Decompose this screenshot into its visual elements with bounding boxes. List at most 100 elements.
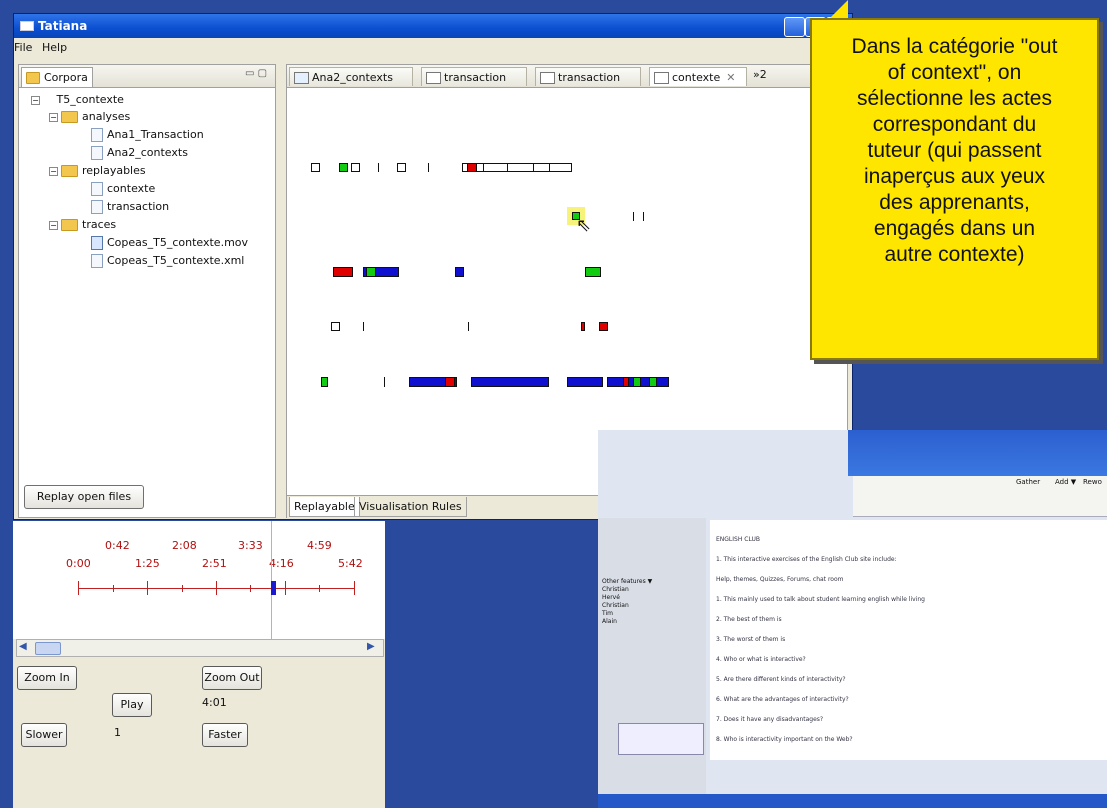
- action-mark[interactable]: [633, 377, 641, 387]
- slower-button[interactable]: Slower: [21, 723, 67, 747]
- action-mark[interactable]: [397, 163, 406, 172]
- playhead-marker[interactable]: [271, 581, 276, 595]
- folder-open-icon: [61, 219, 78, 231]
- action-mark[interactable]: [468, 322, 469, 331]
- tab-ana2-contexts[interactable]: Ana2_contexts: [289, 67, 413, 86]
- player-window: 0:42 2:08 3:33 4:59 0:00 1:25 2:51 4:16 …: [13, 521, 385, 808]
- embedded-sidebar-list: Other features ▼ Christian Hervé Christi…: [602, 578, 653, 625]
- embedded-button[interactable]: Rewo: [1083, 478, 1102, 486]
- action-mark[interactable]: [366, 267, 376, 277]
- folder-open-icon: [61, 165, 78, 177]
- tree-item[interactable]: Ana2_contexts: [91, 146, 188, 164]
- overflow-tabs[interactable]: »2: [753, 68, 767, 81]
- action-mark[interactable]: [378, 163, 379, 172]
- action-mark[interactable]: [599, 322, 608, 331]
- action-mark[interactable]: [633, 212, 634, 221]
- replay-open-files-button[interactable]: Replay open files: [24, 485, 144, 509]
- scroll-thumb[interactable]: [35, 642, 61, 655]
- action-mark[interactable]: [311, 163, 320, 172]
- playhead-line: [271, 521, 272, 639]
- corpora-panel: Corpora ▭ ▢ − T5_contexte − analyses Ana1…: [18, 64, 276, 518]
- tree-folder-analyses[interactable]: − analyses: [49, 110, 130, 128]
- tree-root[interactable]: − T5_contexte: [31, 93, 124, 111]
- timeline-tick: [182, 585, 183, 592]
- embedded-button[interactable]: Gather: [1016, 478, 1040, 486]
- collapse-icon[interactable]: −: [31, 95, 40, 105]
- action-mark[interactable]: [581, 322, 585, 331]
- tab-replayable[interactable]: Replayable: [289, 497, 360, 517]
- action-mark[interactable]: [507, 163, 508, 172]
- tab-transaction-2[interactable]: transaction: [535, 67, 641, 86]
- menu-bar: File Help: [14, 38, 852, 56]
- cursor-icon: ⇖: [576, 215, 592, 236]
- zoom-out-button[interactable]: Zoom Out: [202, 666, 262, 690]
- tree-item[interactable]: transaction: [91, 200, 169, 218]
- action-mark[interactable]: [467, 163, 477, 172]
- grid-icon: [294, 72, 309, 84]
- folder-open-icon: [61, 111, 78, 123]
- timeline[interactable]: 0:42 2:08 3:33 4:59 0:00 1:25 2:51 4:16 …: [13, 521, 385, 639]
- callout-line: Dans la catégorie "out: [851, 35, 1058, 58]
- tree-item-contexte[interactable]: contexte: [91, 182, 155, 200]
- action-mark[interactable]: [333, 267, 353, 277]
- timeline-tick: [319, 585, 320, 592]
- timeline-tick: [216, 581, 217, 595]
- action-sequence[interactable]: [462, 163, 572, 172]
- action-mark[interactable]: [549, 163, 550, 172]
- action-mark[interactable]: [471, 377, 549, 387]
- play-button[interactable]: Play: [112, 693, 152, 717]
- corpora-tabbar: Corpora ▭ ▢: [19, 65, 275, 88]
- tab-contexte[interactable]: contexte ✕: [649, 67, 747, 86]
- action-mark[interactable]: [455, 267, 464, 277]
- tree-item[interactable]: Ana1_Transaction: [91, 128, 204, 146]
- scroll-left-icon[interactable]: ◀: [19, 641, 27, 652]
- collapse-icon[interactable]: −: [49, 112, 58, 122]
- action-mark[interactable]: [331, 322, 340, 331]
- timeline-scrollbar[interactable]: ◀ ▶: [16, 639, 384, 657]
- action-mark[interactable]: [567, 377, 603, 387]
- action-mark[interactable]: [363, 322, 364, 331]
- file-icon: [91, 146, 103, 160]
- tab-corpora[interactable]: Corpora: [21, 67, 93, 87]
- action-mark[interactable]: [428, 163, 429, 172]
- callout-line: engagés dans un: [873, 217, 1036, 240]
- xml-file-icon: [91, 254, 103, 268]
- faster-button[interactable]: Faster: [202, 723, 248, 747]
- menu-file[interactable]: File: [14, 41, 32, 54]
- tab-visualisation-rules[interactable]: Visualisation Rules: [354, 497, 467, 517]
- action-mark[interactable]: [649, 377, 657, 387]
- file-icon: [91, 182, 103, 196]
- tree-folder-replayables[interactable]: − replayables: [49, 164, 146, 182]
- app-icon: [20, 21, 34, 31]
- collapse-icon[interactable]: −: [49, 166, 58, 176]
- window-title: Tatiana: [38, 19, 88, 33]
- timeline-tick: [250, 585, 251, 592]
- tree-folder-traces[interactable]: − traces: [49, 218, 116, 236]
- action-mark[interactable]: [321, 377, 328, 387]
- action-mark[interactable]: [623, 377, 629, 387]
- timeline-tick: [354, 581, 355, 595]
- embedded-screenshot: Gather Add ▼ Rewo Other features ▼ Chris…: [598, 430, 1107, 808]
- action-mark[interactable]: [445, 377, 455, 387]
- tab-transaction[interactable]: transaction: [421, 67, 527, 86]
- scroll-right-icon[interactable]: ▶: [367, 641, 375, 652]
- action-mark[interactable]: [533, 163, 534, 172]
- minimize-view-icon[interactable]: ▭ ▢: [245, 68, 267, 79]
- current-time: 4:01: [202, 696, 227, 709]
- action-mark[interactable]: [643, 212, 644, 221]
- minimize-button[interactable]: [784, 17, 805, 37]
- embedded-taskbar: [598, 794, 1107, 808]
- menu-help[interactable]: Help: [42, 41, 67, 54]
- action-mark[interactable]: [483, 163, 484, 172]
- action-mark[interactable]: [384, 377, 385, 387]
- zoom-in-button[interactable]: Zoom In: [17, 666, 77, 690]
- tree-item[interactable]: Copeas_T5_contexte.mov: [91, 236, 248, 254]
- tree-item[interactable]: Copeas_T5_contexte.xml: [91, 254, 244, 272]
- action-mark[interactable]: [339, 163, 348, 172]
- action-mark[interactable]: [585, 267, 601, 277]
- close-tab-icon[interactable]: ✕: [726, 71, 735, 84]
- action-mark[interactable]: [351, 163, 360, 172]
- collapse-icon[interactable]: −: [49, 220, 58, 230]
- annotation-callout: Dans la catégorie "out of context", on s…: [810, 18, 1099, 360]
- embedded-button[interactable]: Add ▼: [1055, 478, 1076, 486]
